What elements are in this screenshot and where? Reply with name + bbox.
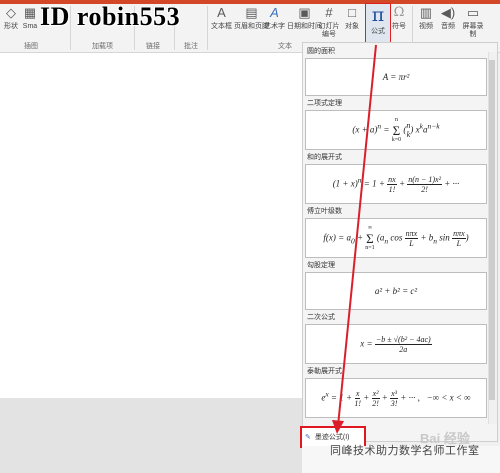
group-label-text: 文本 (278, 43, 292, 50)
slide-canvas[interactable] (0, 53, 302, 398)
equation-button[interactable]: π 公式 (365, 3, 391, 45)
equation-text: a² + b² = c² (374, 286, 418, 296)
smartart-icon: ▦ (23, 5, 37, 20)
wechat-watermark: 同峰技术助力数学名师工作室 (330, 445, 480, 457)
object-label: 对象 (345, 23, 359, 30)
ink-equation-icon: ✎ (305, 434, 311, 441)
gallery-item-title: 傅立叶级数 (307, 208, 342, 215)
equation-text: f(x) = a0 + ∞ Σn=1 (an cos nπx L + bn sin … (323, 224, 469, 251)
equation-text: (1 + x)n = 1 + nx 1! + n(n − 1)x² 2! + ··· (332, 174, 460, 194)
omega-icon: Ω (393, 5, 405, 20)
equation-circle-area[interactable]: A = πr² (305, 58, 487, 96)
equation-text: (x + a)n = n Σk=0 (n k) xkan−k (352, 116, 440, 143)
gallery-item-title: 和的展开式 (307, 154, 342, 161)
header-footer-icon: ▤ (245, 5, 258, 20)
gallery-item-title: 二次公式 (307, 314, 335, 321)
symbol-button[interactable]: Ω 符号 (391, 5, 407, 31)
wordart-button[interactable]: A 艺术字 (264, 5, 285, 31)
group-label-comments: 批注 (184, 43, 198, 50)
textbox-label: 文本框 (211, 23, 232, 30)
smartart-label: Sma (22, 23, 38, 30)
group-label-illustrations: 插图 (24, 43, 38, 50)
equation-label: 公式 (371, 28, 385, 35)
equation-taylor[interactable]: ex = 1 + x 1! + x² 2! + x³ 3! + ··· , −∞ < … (305, 378, 487, 418)
video-button[interactable]: ▥ 视频 (418, 5, 434, 31)
wordart-icon: A (270, 5, 279, 20)
object-icon: □ (348, 5, 356, 20)
watermark-text: ID robin553 (40, 2, 181, 31)
group-label-addins: 加载项 (92, 43, 113, 50)
smartart-button[interactable]: ▦ Sma (22, 5, 38, 31)
slide-number-button[interactable]: # 幻灯片编号 (318, 5, 340, 39)
equation-expansion-of-sum[interactable]: (1 + x)n = 1 + nx 1! + n(n − 1)x² 2! + ··· (305, 164, 487, 204)
group-label-links: 链接 (146, 43, 160, 50)
gallery-item-title: 勾股定理 (307, 262, 335, 269)
textbox-icon: A (217, 5, 226, 20)
equation-text: A = πr² (382, 72, 410, 82)
gallery-item-title: 二项式定理 (307, 100, 342, 107)
equation-binomial[interactable]: (x + a)n = n Σk=0 (n k) xkan−k (305, 110, 487, 150)
ink-equation-label: 墨迹公式(I) (314, 434, 350, 441)
equation-text: x = −b ± √(b² − 4ac) 2a (360, 334, 432, 354)
equation-pythagorean[interactable]: a² + b² = c² (305, 272, 487, 310)
audio-icon: ◀) (440, 5, 456, 20)
wordart-label: 艺术字 (264, 23, 285, 30)
screen-record-label: 屏幕录制 (462, 23, 484, 38)
slide-number-label: 幻灯片编号 (318, 23, 340, 38)
screen-record-icon: ▭ (466, 5, 480, 20)
gallery-scroll-thumb[interactable] (489, 60, 495, 400)
pi-icon: π (371, 4, 385, 26)
video-icon: ▥ (419, 5, 433, 20)
shapes-button[interactable]: ◇ 形状 (3, 5, 19, 31)
gallery-item-title: 圆的面积 (307, 48, 335, 55)
textbox-button[interactable]: A 文本框 (211, 5, 232, 31)
equation-quadratic[interactable]: x = −b ± √(b² − 4ac) 2a (305, 324, 487, 364)
date-time-icon: ▣ (298, 5, 311, 20)
date-time-button[interactable]: ▣ 日期和时间 (287, 5, 322, 31)
gallery-item-title: 泰勒展开式 (307, 368, 342, 375)
shapes-icon: ◇ (6, 5, 16, 20)
audio-button[interactable]: ◀) 音频 (440, 5, 456, 31)
group-separator (207, 6, 208, 50)
video-label: 视频 (419, 23, 433, 30)
date-time-label: 日期和时间 (287, 23, 322, 30)
notes-area (0, 398, 302, 473)
audio-label: 音频 (441, 23, 455, 30)
equation-text: ex = 1 + x 1! + x² 2! + x³ 3! + ··· , −∞ < … (321, 388, 471, 408)
equation-fourier-series[interactable]: f(x) = a0 + ∞ Σn=1 (an cos nπx L + bn sin … (305, 218, 487, 258)
object-button[interactable]: □ 对象 (344, 5, 360, 31)
slide-number-icon: # (325, 5, 333, 20)
symbol-label: 符号 (392, 23, 406, 30)
shapes-label: 形状 (4, 23, 18, 30)
screen-record-button[interactable]: ▭ 屏幕录制 (462, 5, 484, 39)
